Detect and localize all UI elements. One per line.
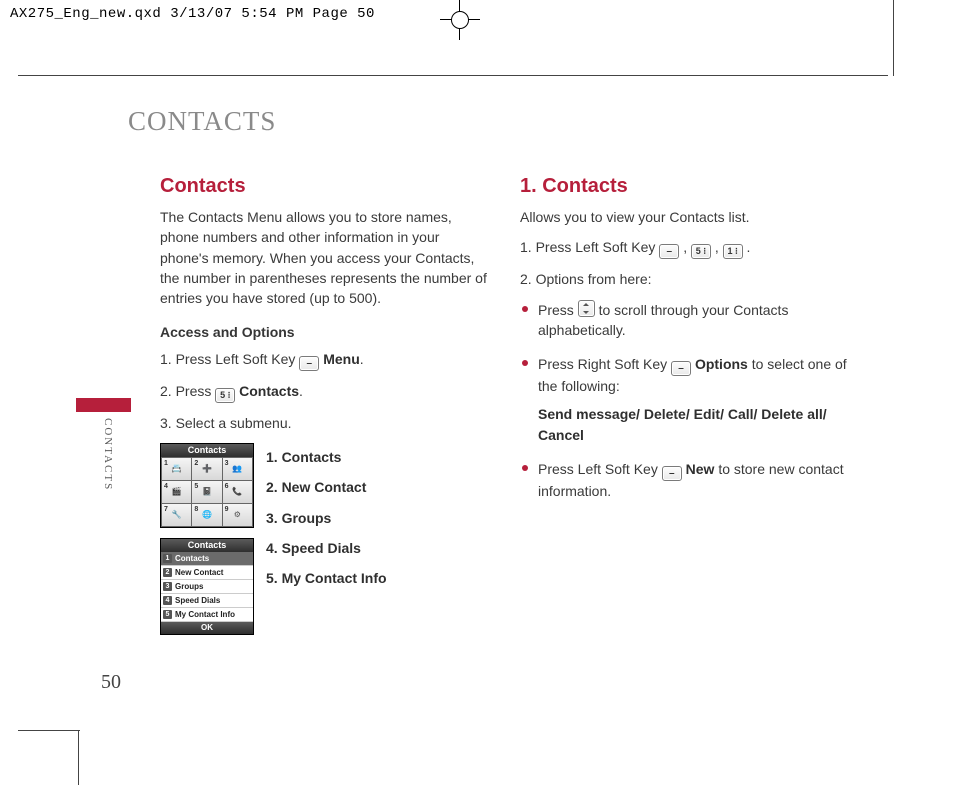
chapter-title: CONTACTS <box>128 106 276 137</box>
right-step1-end: . <box>747 239 751 255</box>
grid-cell-num: 5 <box>194 482 198 492</box>
bullet-scroll: Press to scroll through your Contacts al… <box>538 300 850 341</box>
subheading-access-options: Access and Options <box>160 322 490 342</box>
registration-mark-icon <box>440 0 480 40</box>
step-1: 1. Press Left Soft Key Menu. <box>160 349 490 371</box>
bullet1-a: Press <box>538 302 578 318</box>
bullet3-new-label: New <box>686 461 715 477</box>
options-bullets: Press to scroll through your Contacts al… <box>520 300 850 502</box>
right-column: 1. Contacts Allows you to view your Cont… <box>520 172 850 515</box>
bullet-new: Press Left Soft Key New to store new con… <box>538 459 850 501</box>
shot-list-item: Speed Dials <box>175 595 220 607</box>
side-label: CONTACTS <box>102 418 114 491</box>
step-2-period: . <box>299 383 303 399</box>
right-step1-comma1: , <box>683 239 691 255</box>
section-heading-1-contacts: 1. Contacts <box>520 172 850 201</box>
screenshot-ok-bar: OK <box>161 622 253 634</box>
right-intro: Allows you to view your Contacts list. <box>520 207 850 227</box>
key-5-icon: 5 ⁝ <box>215 388 235 403</box>
grid-cell-num: 6 <box>225 482 229 492</box>
shot-list-item: My Contact Info <box>175 609 235 621</box>
side-tab <box>76 398 131 412</box>
submenu-item: 5. My Contact Info <box>266 568 387 588</box>
crop-rule <box>18 730 80 731</box>
left-soft-key-icon <box>659 244 679 259</box>
right-step-2: 2. Options from here: <box>520 269 850 289</box>
screenshot-titlebar: Contacts <box>161 444 253 457</box>
submenu-item: 1. Contacts <box>266 447 387 467</box>
bullet3-a: Press Left Soft Key <box>538 461 662 477</box>
right-step1-comma2: , <box>715 239 723 255</box>
grid-cell-num: 2 <box>194 459 198 469</box>
step-1-text-a: 1. Press Left Soft Key <box>160 351 299 367</box>
key-5-icon: 5 ⁝ <box>691 244 711 259</box>
nav-key-icon <box>578 300 595 317</box>
shot-list-item: New Contact <box>175 567 223 579</box>
grid-cell-num: 3 <box>225 459 229 469</box>
shot-list-item: Contacts <box>175 553 209 565</box>
submenu-item: 2. New Contact <box>266 477 387 497</box>
bullet2-options-label: Options <box>695 356 748 372</box>
right-step-1: 1. Press Left Soft Key , 5 ⁝ , 1 ⁝ . <box>520 237 850 259</box>
bullet-options: Press Right Soft Key Options to select o… <box>538 354 850 445</box>
left-soft-key-icon <box>299 356 319 371</box>
grid-cell-num: 7 <box>164 505 168 515</box>
screenshot-contacts-list: Contacts 1Contacts 2New Contact 3Groups … <box>160 538 254 635</box>
key-1-icon: 1 ⁝ <box>723 244 743 259</box>
submenu-item: 4. Speed Dials <box>266 538 387 558</box>
step-1-menu-label: Menu <box>323 351 360 367</box>
grid-cell-num: 1 <box>164 459 168 469</box>
options-list: Send message/ Delete/ Edit/ Call/ Delete… <box>538 404 850 445</box>
grid-cell-num: 8 <box>194 505 198 515</box>
crop-rule <box>893 0 894 76</box>
step-2-contacts-label: Contacts <box>239 383 299 399</box>
section-heading-contacts: Contacts <box>160 172 490 201</box>
submenu-item: 3. Groups <box>266 508 387 528</box>
grid-cell-num: 9 <box>225 505 229 515</box>
crop-rule <box>18 75 888 76</box>
step-3: 3. Select a submenu. <box>160 413 490 433</box>
screenshot-row: Contacts 1📇 2➕ 3👥 4🎬 5📓 6📞 7🔧 8🌐 9⚙ <box>160 443 490 635</box>
left-column: Contacts The Contacts Menu allows you to… <box>160 172 490 635</box>
shot-list-item: Groups <box>175 581 203 593</box>
intro-paragraph: The Contacts Menu allows you to store na… <box>160 207 490 308</box>
left-soft-key-icon <box>662 466 682 481</box>
right-step1-a: 1. Press Left Soft Key <box>520 239 659 255</box>
screenshot-titlebar: Contacts <box>161 539 253 552</box>
right-soft-key-icon <box>671 361 691 376</box>
crop-rule <box>78 730 79 785</box>
page-number: 50 <box>101 671 121 694</box>
screenshot-contacts-grid: Contacts 1📇 2➕ 3👥 4🎬 5📓 6📞 7🔧 8🌐 9⚙ <box>160 443 254 528</box>
print-slug: AX275_Eng_new.qxd 3/13/07 5:54 PM Page 5… <box>10 6 375 22</box>
step-2-text-a: 2. Press <box>160 383 215 399</box>
bullet2-a: Press Right Soft Key <box>538 356 671 372</box>
step-2: 2. Press 5 ⁝ Contacts. <box>160 381 490 403</box>
submenu-list: 1. Contacts 2. New Contact 3. Groups 4. … <box>266 443 387 635</box>
grid-cell-num: 4 <box>164 482 168 492</box>
step-1-period: . <box>360 351 364 367</box>
